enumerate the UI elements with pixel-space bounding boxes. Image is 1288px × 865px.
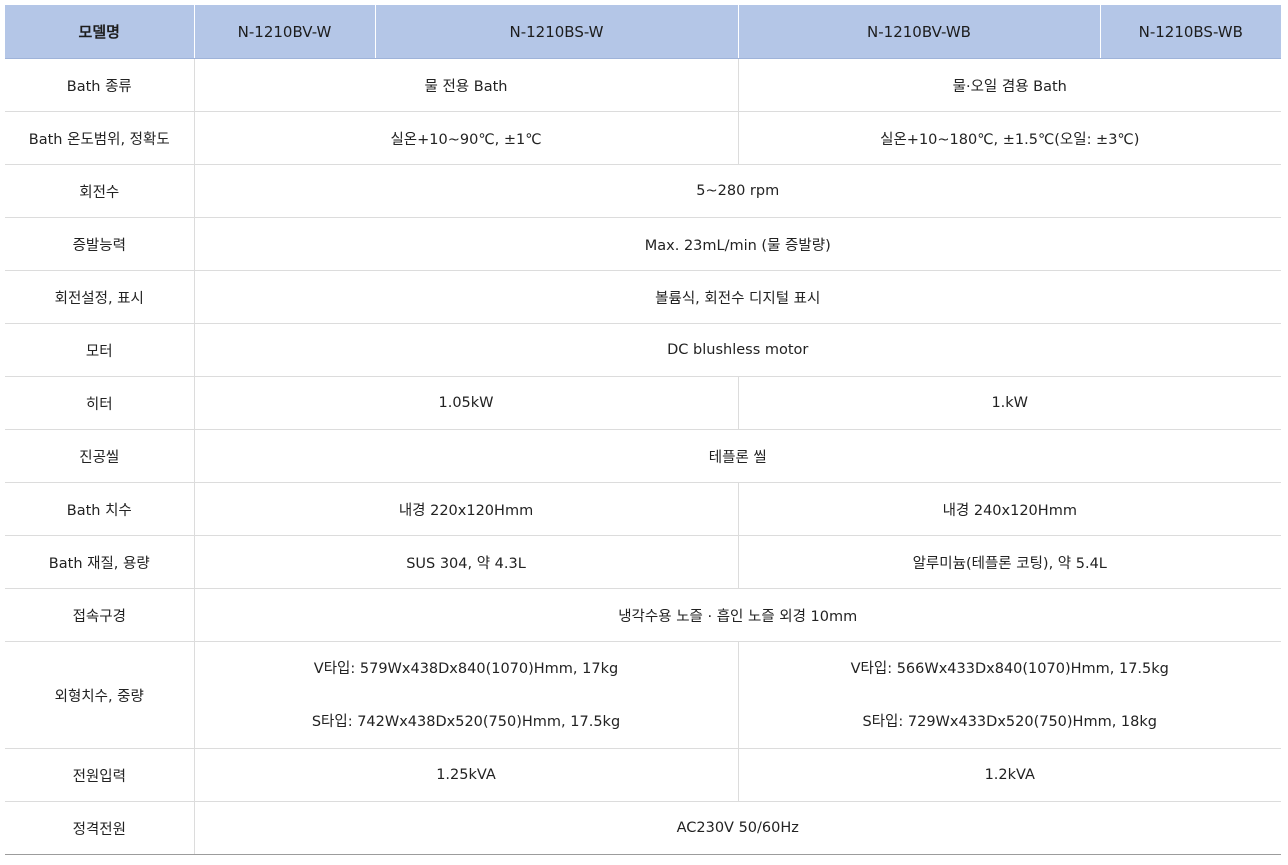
row-label-rated-power: 정격전원 — [5, 801, 194, 855]
table-row: 진공씰 테플론 씰 — [5, 429, 1281, 483]
table-row: Bath 종류 물 전용 Bath 물·오일 겸용 Bath — [5, 58, 1281, 112]
cell-dimensions-w: V타입: 579Wx438Dx840(1070)Hmm, 17kg S타입: 7… — [193, 641, 738, 749]
dimensions-spacer — [201, 679, 732, 712]
cell-power-input-w: 1.25kVA — [193, 748, 738, 802]
row-label-bath-size: Bath 치수 — [5, 482, 194, 536]
cell-bath-size-w: 내경 220x120Hmm — [193, 482, 738, 536]
cell-motor: DC blushless motor — [193, 323, 1281, 377]
cell-bath-temp-w: 실온+10~90℃, ±1℃ — [193, 111, 738, 165]
cell-bath-type-w: 물 전용 Bath — [193, 58, 738, 112]
cell-rated-power: AC230V 50/60Hz — [193, 801, 1281, 855]
table-row: 모터 DC blushless motor — [5, 323, 1281, 377]
cell-heater-w: 1.05kW — [193, 376, 738, 430]
row-label-connection: 접속구경 — [5, 588, 194, 642]
row-label-dimensions: 외형치수, 중량 — [5, 641, 194, 749]
dimensions-wb-v-type: V타입: 566Wx433Dx840(1070)Hmm, 17.5kg — [850, 660, 1169, 677]
table-row: 접속구경 냉각수용 노즐 · 흡인 노즐 외경 10mm — [5, 588, 1281, 642]
cell-vacuum-seal: 테플론 씰 — [193, 429, 1281, 483]
table-header-row: 모델명 N-1210BV-W N-1210BS-W N-1210BV-WB N-… — [5, 5, 1281, 59]
table-row: 회전설정, 표시 볼륨식, 회전수 디지털 표시 — [5, 270, 1281, 324]
row-label-rotation-display: 회전설정, 표시 — [5, 270, 194, 324]
header-model-label: 모델명 — [5, 5, 194, 59]
row-label-bath-type: Bath 종류 — [5, 58, 194, 112]
cell-power-input-wb: 1.2kVA — [737, 748, 1281, 802]
table-row: 증발능력 Max. 23mL/min (물 증발량) — [5, 217, 1281, 271]
dimensions-w-v-type: V타입: 579Wx438Dx840(1070)Hmm, 17kg — [313, 660, 619, 677]
cell-connection: 냉각수용 노즐 · 흡인 노즐 외경 10mm — [193, 588, 1281, 642]
dimensions-wb-s-type: S타입: 729Wx433Dx520(750)Hmm, 18kg — [862, 713, 1157, 730]
cell-bath-temp-wb: 실온+10~180℃, ±1.5℃(오일: ±3℃) — [737, 111, 1281, 165]
cell-bath-material-w: SUS 304, 약 4.3L — [193, 535, 738, 589]
row-label-vacuum-seal: 진공씰 — [5, 429, 194, 483]
header-model-3: N-1210BV-WB — [737, 5, 1100, 59]
row-label-motor: 모터 — [5, 323, 194, 377]
table-row: 히터 1.05kW 1.kW — [5, 376, 1281, 430]
dimensions-spacer — [745, 679, 1276, 712]
table-row: 회전수 5~280 rpm — [5, 164, 1281, 218]
table-row: Bath 온도범위, 정확도 실온+10~90℃, ±1℃ 실온+10~180℃… — [5, 111, 1281, 165]
dimensions-w-s-type: S타입: 742Wx438Dx520(750)Hmm, 17.5kg — [311, 713, 621, 730]
header-model-1: N-1210BV-W — [193, 5, 375, 59]
row-label-bath-material: Bath 재질, 용량 — [5, 535, 194, 589]
row-label-evaporation: 증발능력 — [5, 217, 194, 271]
table-row: Bath 재질, 용량 SUS 304, 약 4.3L 알루미늄(테플론 코팅)… — [5, 535, 1281, 589]
table-row: 외형치수, 중량 V타입: 579Wx438Dx840(1070)Hmm, 17… — [5, 641, 1281, 749]
spec-table-container: 모델명 N-1210BV-W N-1210BS-W N-1210BV-WB N-… — [5, 5, 1281, 855]
cell-heater-wb: 1.kW — [737, 376, 1281, 430]
table-row: Bath 치수 내경 220x120Hmm 내경 240x120Hmm — [5, 482, 1281, 536]
cell-rotation-display: 볼륨식, 회전수 디지털 표시 — [193, 270, 1281, 324]
row-label-heater: 히터 — [5, 376, 194, 430]
cell-bath-size-wb: 내경 240x120Hmm — [737, 482, 1281, 536]
cell-bath-type-wb: 물·오일 겸용 Bath — [737, 58, 1281, 112]
spec-table: 모델명 N-1210BV-W N-1210BS-W N-1210BV-WB N-… — [5, 5, 1281, 855]
header-model-4: N-1210BS-WB — [1099, 5, 1281, 59]
row-label-bath-temp: Bath 온도범위, 정확도 — [5, 111, 194, 165]
cell-rotation: 5~280 rpm — [193, 164, 1281, 218]
cell-dimensions-wb: V타입: 566Wx433Dx840(1070)Hmm, 17.5kg S타입:… — [737, 641, 1281, 749]
header-model-2: N-1210BS-W — [374, 5, 738, 59]
cell-evaporation: Max. 23mL/min (물 증발량) — [193, 217, 1281, 271]
row-label-rotation: 회전수 — [5, 164, 194, 218]
cell-bath-material-wb: 알루미늄(테플론 코팅), 약 5.4L — [737, 535, 1281, 589]
row-label-power-input: 전원입력 — [5, 748, 194, 802]
table-row: 전원입력 1.25kVA 1.2kVA — [5, 748, 1281, 802]
table-row: 정격전원 AC230V 50/60Hz — [5, 801, 1281, 855]
